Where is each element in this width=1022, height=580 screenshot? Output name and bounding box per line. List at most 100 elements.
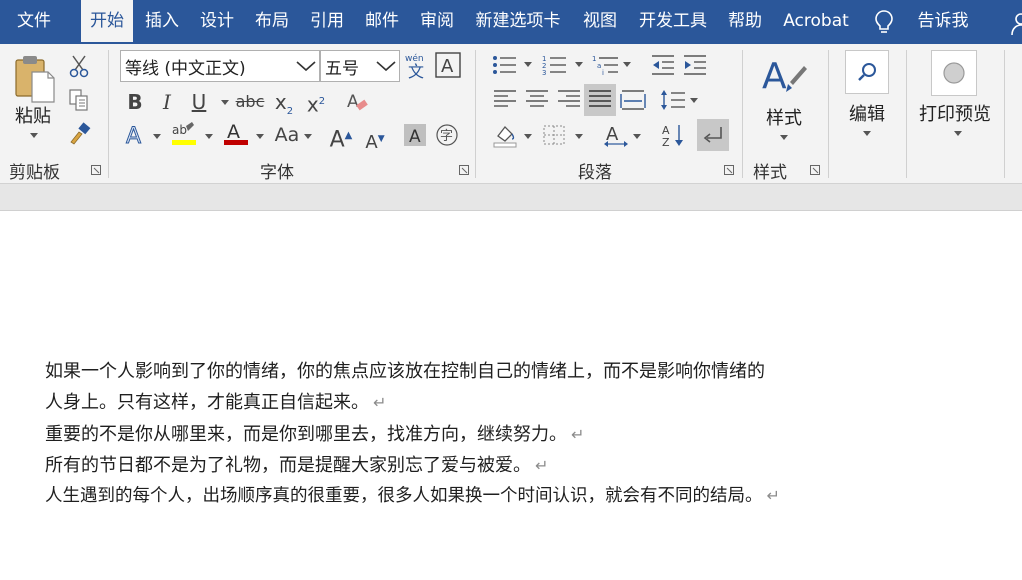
paste-icon[interactable]	[14, 54, 58, 106]
tab-review[interactable]: 审阅	[413, 0, 461, 42]
paragraph-line[interactable]: 人身上。只有这样，才能真正自信起来。 ↵	[45, 388, 386, 414]
print-preview-circle-icon	[943, 62, 965, 84]
asian-layout-dropdown-icon[interactable]	[633, 134, 641, 140]
change-case-dropdown-icon[interactable]	[304, 134, 312, 140]
numbering-icon[interactable]: 1 2 3	[542, 54, 568, 76]
subscript-button[interactable]: x2	[272, 89, 296, 125]
asian-layout-icon[interactable]: A	[602, 122, 630, 148]
group-separator	[475, 50, 476, 178]
line-spacing-icon[interactable]	[660, 88, 686, 112]
editing-dropdown-icon[interactable]	[863, 131, 871, 137]
decrease-indent-icon[interactable]	[650, 54, 676, 76]
shading-icon[interactable]	[492, 122, 518, 148]
share-person-icon[interactable]	[1006, 8, 1022, 36]
highlight-dropdown-icon[interactable]	[205, 134, 213, 140]
character-border-icon[interactable]: A	[435, 52, 461, 78]
borders-dropdown-icon[interactable]	[575, 134, 583, 140]
tell-me-search[interactable]: 告诉我	[908, 0, 978, 42]
text-effects-dropdown-icon[interactable]	[153, 134, 161, 140]
tab-new-tab[interactable]: 新建选项卡	[468, 0, 568, 42]
group-separator	[742, 50, 743, 178]
tab-insert[interactable]: 插入	[138, 0, 186, 42]
clipboard-launcher-icon[interactable]	[91, 165, 101, 175]
copy-icon[interactable]	[68, 88, 90, 112]
distributed-icon[interactable]	[620, 88, 646, 112]
borders-icon[interactable]	[542, 124, 566, 146]
text-effects-icon[interactable]: A	[124, 122, 150, 149]
tab-references[interactable]: 引用	[303, 0, 351, 42]
bullets-icon[interactable]	[492, 54, 518, 76]
editing-button[interactable]: 编辑	[845, 100, 889, 126]
tab-layout[interactable]: 布局	[248, 0, 296, 42]
font-color-dropdown-icon[interactable]	[256, 134, 264, 140]
show-hide-marks-button[interactable]	[697, 119, 729, 151]
bold-button[interactable]: B	[124, 89, 146, 115]
print-preview-dropdown-icon[interactable]	[954, 131, 962, 137]
line-spacing-dropdown-icon[interactable]	[690, 98, 698, 104]
numbering-dropdown-icon[interactable]	[575, 62, 583, 68]
paragraph-line[interactable]: 如果一个人影响到了你的情绪，你的焦点应该放在控制自己的情绪上，而不是影响你情绪的	[45, 357, 765, 383]
tab-view[interactable]: 视图	[576, 0, 624, 42]
shading-dropdown-icon[interactable]	[524, 134, 532, 140]
sort-icon[interactable]: A Z	[660, 122, 686, 148]
paragraph-line[interactable]: 人生遇到的每个人，出场顺序真的很重要，很多人如果换一个时间认识，就会有不同的结局…	[45, 482, 780, 507]
increase-indent-icon[interactable]	[682, 54, 708, 76]
shrink-font-button[interactable]: A▼	[362, 126, 388, 156]
clear-formatting-icon[interactable]: A	[346, 90, 370, 114]
cut-icon[interactable]	[68, 54, 90, 78]
multilevel-list-icon[interactable]: 1 a i	[592, 54, 620, 76]
styles-group-label: 样式	[753, 163, 787, 183]
tab-acrobat[interactable]: Acrobat	[776, 0, 856, 42]
align-left-icon[interactable]	[492, 88, 518, 112]
grow-font-button[interactable]: A▲	[328, 123, 354, 153]
tab-mailings[interactable]: 邮件	[358, 0, 406, 42]
styles-launcher-icon[interactable]	[810, 165, 820, 175]
tab-help[interactable]: 帮助	[721, 0, 769, 42]
chevron-down-icon[interactable]	[295, 58, 317, 74]
superscript-button[interactable]: x2	[304, 89, 328, 118]
align-right-icon[interactable]	[556, 88, 582, 112]
tab-file[interactable]: 文件	[0, 0, 68, 42]
change-case-button[interactable]: Aa	[272, 122, 302, 148]
styles-icon[interactable]: A	[760, 52, 808, 100]
subscript-label: x	[274, 90, 287, 114]
styles-button[interactable]: 样式	[760, 104, 808, 130]
paragraph-launcher-icon[interactable]	[724, 165, 734, 175]
strikethrough-button[interactable]: abc	[234, 89, 266, 115]
phonetic-guide-icon[interactable]: wén 文	[403, 52, 429, 80]
svg-text:i: i	[602, 69, 604, 76]
align-center-icon[interactable]	[524, 88, 550, 112]
font-size-combo[interactable]: 五号	[320, 50, 400, 82]
print-preview-button[interactable]: 打印预览	[915, 100, 995, 126]
paragraph-line[interactable]: 所有的节日都不是为了礼物，而是提醒大家别忘了爱与被爱。 ↵	[45, 451, 548, 477]
paste-button[interactable]: 粘贴	[10, 102, 56, 128]
multilevel-dropdown-icon[interactable]	[623, 62, 631, 68]
highlight-color-icon[interactable]: ab	[170, 120, 198, 148]
chevron-down-icon[interactable]	[375, 58, 397, 74]
tab-home[interactable]: 开始	[81, 0, 133, 42]
svg-text:ab: ab	[172, 123, 187, 137]
italic-button[interactable]: I	[156, 89, 178, 115]
justify-icon	[589, 90, 611, 107]
underline-button[interactable]: U	[188, 89, 210, 115]
format-painter-icon[interactable]	[68, 122, 92, 146]
font-name-combo[interactable]: 等线 (中文正文)	[120, 50, 320, 82]
font-launcher-icon[interactable]	[459, 165, 469, 175]
tab-design[interactable]: 设计	[193, 0, 241, 42]
lightbulb-icon[interactable]	[873, 8, 895, 36]
styles-dropdown-icon[interactable]	[780, 135, 788, 141]
document-page[interactable]: 如果一个人影响到了你的情绪，你的焦点应该放在控制自己的情绪上，而不是影响你情绪的…	[0, 211, 1022, 580]
print-preview-box[interactable]	[931, 50, 977, 96]
editing-box[interactable]	[845, 50, 889, 94]
justify-button[interactable]	[584, 84, 616, 116]
paragraph-line[interactable]: 重要的不是你从哪里来，而是你到哪里去，找准方向，继续努力。 ↵	[45, 420, 584, 446]
enclose-characters-icon[interactable]: 字	[435, 123, 459, 147]
character-shading-icon[interactable]: A	[403, 123, 427, 147]
ribbon-tab-bar: 文件 开始 插入 设计 布局 引用 邮件 审阅 新建选项卡 视图 开发工具 帮助…	[0, 0, 1022, 44]
tab-developer[interactable]: 开发工具	[631, 0, 715, 42]
paste-dropdown-icon[interactable]	[30, 133, 38, 139]
underline-dropdown-icon[interactable]	[221, 100, 229, 106]
font-color-icon[interactable]: A	[222, 120, 250, 148]
bullets-dropdown-icon[interactable]	[524, 62, 532, 68]
svg-text:A: A	[126, 124, 141, 148]
